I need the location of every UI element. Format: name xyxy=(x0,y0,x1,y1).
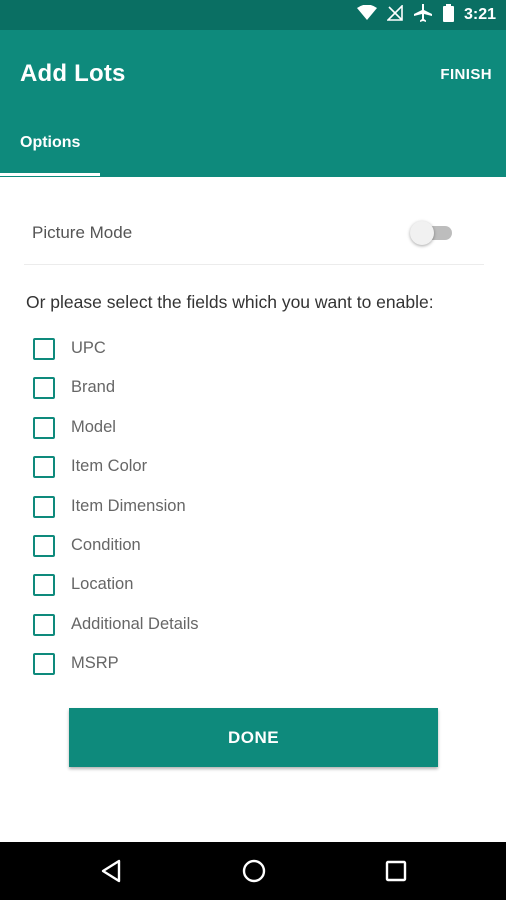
item-dimension-checkbox[interactable] xyxy=(33,495,55,518)
done-button[interactable]: DONE xyxy=(69,708,438,767)
status-bar: 3:21 xyxy=(0,0,506,30)
field-label: Additional Details xyxy=(71,614,199,633)
condition-checkbox[interactable] xyxy=(33,534,55,557)
status-icons: 3:21 xyxy=(356,3,496,27)
app-bar: Add Lots FINISH Options xyxy=(0,30,506,177)
picture-mode-row: Picture Mode xyxy=(24,200,484,265)
field-label: UPC xyxy=(71,339,106,357)
home-icon[interactable] xyxy=(239,856,269,886)
field-label: Item Dimension xyxy=(71,496,186,515)
field-label: Item Color xyxy=(71,457,148,476)
upc-checkbox[interactable] xyxy=(33,338,55,360)
field-label: Location xyxy=(71,575,134,594)
back-icon[interactable] xyxy=(96,856,126,886)
field-label: Brand xyxy=(71,378,116,397)
msrp-checkbox[interactable] xyxy=(33,653,55,676)
field-label: Condition xyxy=(71,535,141,554)
airplane-mode-icon xyxy=(413,3,433,27)
finish-button[interactable]: FINISH xyxy=(440,66,492,83)
wifi-icon xyxy=(356,4,377,26)
tab-options[interactable]: Options xyxy=(0,120,100,176)
fields-prompt: Or please select the fields which you wa… xyxy=(26,292,434,312)
item-color-checkbox[interactable] xyxy=(33,456,55,479)
status-time: 3:21 xyxy=(463,6,496,23)
navigation-bar xyxy=(0,842,506,900)
location-checkbox[interactable] xyxy=(33,574,55,597)
brand-checkbox[interactable] xyxy=(33,377,55,400)
picture-mode-label: Picture Mode xyxy=(32,223,133,242)
no-signal-icon xyxy=(386,3,403,26)
field-label: MSRP xyxy=(71,654,119,673)
additional-details-checkbox[interactable] xyxy=(33,613,55,636)
tab-selected-indicator xyxy=(0,173,100,176)
picture-mode-toggle[interactable] xyxy=(410,220,454,245)
page-title: Add Lots xyxy=(20,60,126,87)
battery-icon xyxy=(442,3,454,27)
field-label: Model xyxy=(71,417,116,436)
recents-icon[interactable] xyxy=(381,856,411,886)
tab-options-label: Options xyxy=(20,134,81,151)
model-checkbox[interactable] xyxy=(33,416,55,439)
toggle-thumb xyxy=(410,221,434,245)
